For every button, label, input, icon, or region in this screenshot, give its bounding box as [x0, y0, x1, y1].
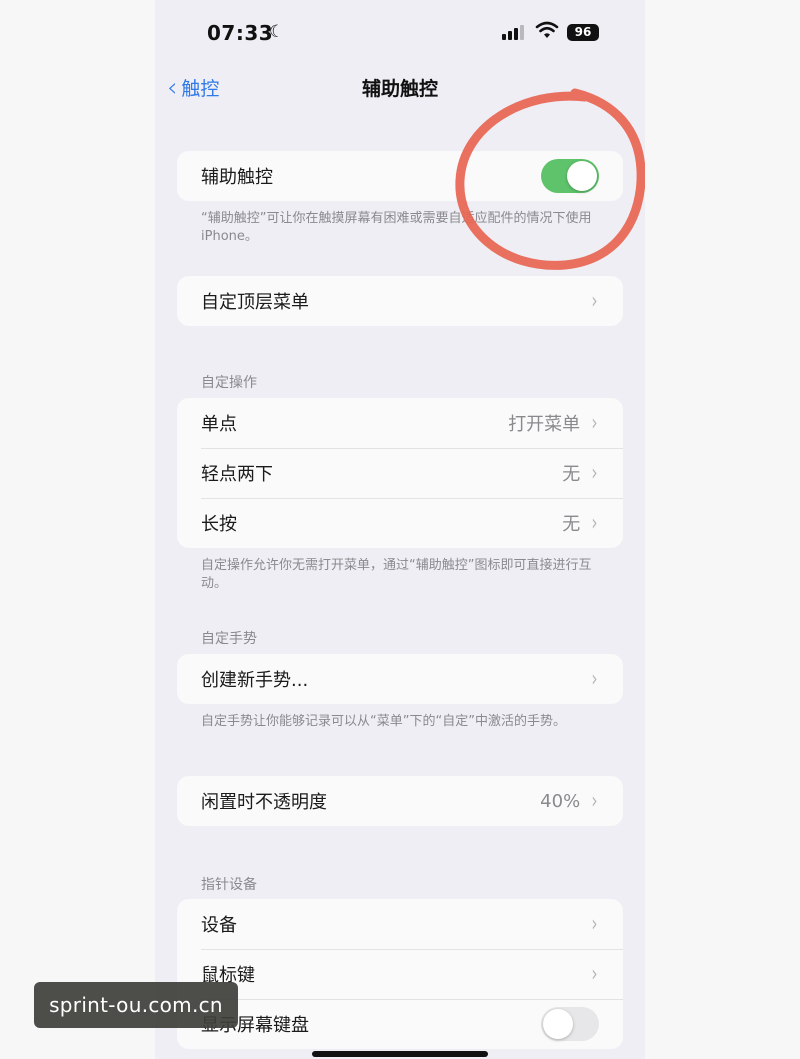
cellular-signal-icon: [502, 24, 524, 40]
idle-opacity-label: 闲置时不透明度: [201, 792, 327, 813]
chevron-right-icon: ›: [591, 288, 598, 314]
assistive-touch-row: 辅助触控: [177, 151, 623, 201]
show-keyboard-toggle[interactable]: [541, 1007, 599, 1041]
top-menu-group: 自定顶层菜单 ›: [177, 276, 623, 326]
custom-gestures-group: 创建新手势... ›: [177, 654, 623, 704]
long-press-row[interactable]: 长按 无 ›: [177, 498, 623, 548]
chevron-right-icon: ›: [591, 410, 598, 436]
devices-label: 设备: [201, 915, 237, 936]
double-tap-label: 轻点两下: [201, 464, 273, 485]
custom-actions-header: 自定操作: [201, 375, 257, 391]
double-tap-row[interactable]: 轻点两下 无 ›: [177, 448, 623, 498]
chevron-right-icon: ›: [591, 961, 598, 987]
watermark: sprint-ou.com.cn: [34, 982, 238, 1028]
show-keyboard-row: 显示屏幕键盘: [177, 999, 623, 1049]
double-tap-value: 无: [562, 464, 581, 485]
navigation-bar: ‹ 触控 辅助触控: [155, 66, 645, 110]
status-bar: 07:33 ☾ 96: [155, 0, 645, 66]
chevron-right-icon: ›: [591, 460, 598, 486]
custom-gestures-footnote: 自定手势让你能够记录可以从“菜单”下的“自定”中激活的手势。: [201, 714, 566, 729]
custom-actions-footnote: 自定操作允许你无需打开菜单，通过“辅助触控”图标即可直接进行互动。: [201, 558, 592, 591]
status-time: 07:33: [207, 21, 274, 45]
create-gesture-label: 创建新手势...: [201, 670, 309, 691]
settings-screen: 07:33 ☾ 96 ‹ 触控 辅助触控 辅助触控 “辅助触控”可让你在触摸屏幕…: [155, 0, 645, 1059]
single-tap-label: 单点: [201, 414, 237, 435]
assistive-touch-toggle[interactable]: [541, 159, 599, 193]
page-title: 辅助触控: [361, 78, 438, 100]
mouse-keys-label: 鼠标键: [201, 965, 255, 986]
idle-opacity-row[interactable]: 闲置时不透明度 40% ›: [177, 776, 623, 826]
custom-actions-group: 单点 打开菜单 › 轻点两下 无 › 长按 无 ›: [177, 398, 623, 548]
idle-opacity-group: 闲置时不透明度 40% ›: [177, 776, 623, 826]
moon-icon: ☾: [269, 22, 285, 42]
assistive-touch-footnote: “辅助触控”可让你在触摸屏幕有困难或需要自适应配件的情况下使用iPhone。: [201, 211, 592, 244]
custom-gestures-header: 自定手势: [201, 631, 257, 647]
idle-opacity-value: 40%: [540, 790, 581, 812]
chevron-right-icon: ›: [591, 510, 598, 536]
chevron-right-icon: ›: [591, 911, 598, 937]
mouse-keys-row[interactable]: 鼠标键 ›: [177, 949, 623, 999]
home-indicator: [312, 1051, 488, 1057]
show-keyboard-label: 显示屏幕键盘: [201, 1015, 309, 1036]
devices-row[interactable]: 设备 ›: [177, 899, 623, 949]
long-press-label: 长按: [201, 514, 237, 535]
battery-indicator: 96: [567, 24, 599, 41]
assistive-touch-label: 辅助触控: [201, 167, 273, 188]
wifi-icon: [535, 21, 559, 38]
assistive-touch-group: 辅助触控: [177, 151, 623, 201]
pointer-devices-group: 设备 › 鼠标键 › 显示屏幕键盘: [177, 899, 623, 1049]
single-tap-row[interactable]: 单点 打开菜单 ›: [177, 398, 623, 448]
top-menu-row[interactable]: 自定顶层菜单 ›: [177, 276, 623, 326]
create-gesture-row[interactable]: 创建新手势... ›: [177, 654, 623, 704]
chevron-right-icon: ›: [591, 666, 598, 692]
pointer-devices-header: 指针设备: [201, 877, 257, 893]
chevron-right-icon: ›: [591, 788, 598, 814]
long-press-value: 无: [562, 514, 581, 535]
top-menu-label: 自定顶层菜单: [201, 292, 309, 313]
single-tap-value: 打开菜单: [508, 414, 581, 435]
